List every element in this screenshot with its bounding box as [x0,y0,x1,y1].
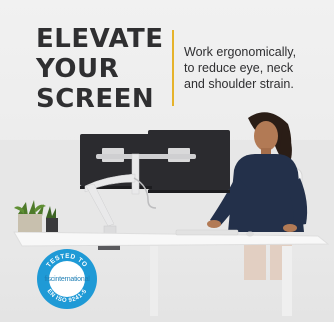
tagline-line-1: Work ergonomically, [184,45,297,59]
headline: ELEVATE YOUR SCREEN [36,24,164,114]
keyboard [175,229,239,236]
accent-divider [172,30,174,106]
headline-line-2: YOUR [36,54,120,84]
desk-leg [282,246,292,316]
ergonomic-ad-banner: ELEVATE YOUR SCREEN Work ergonomically, … [0,0,334,322]
tagline-line-3: and shoulder strain. [184,77,294,91]
badge-brand: fiscinternational [44,275,90,283]
certification-badge: TESTED TO EN ISO 9241-5 fiscinternationa… [36,248,98,310]
mouse [246,231,254,237]
headline-line-1: ELEVATE [36,24,164,54]
headline-line-3: SCREEN [36,84,155,114]
tagline: Work ergonomically, to reduce eye, neck … [184,44,326,92]
tagline-line-2: to reduce eye, neck [184,61,294,75]
